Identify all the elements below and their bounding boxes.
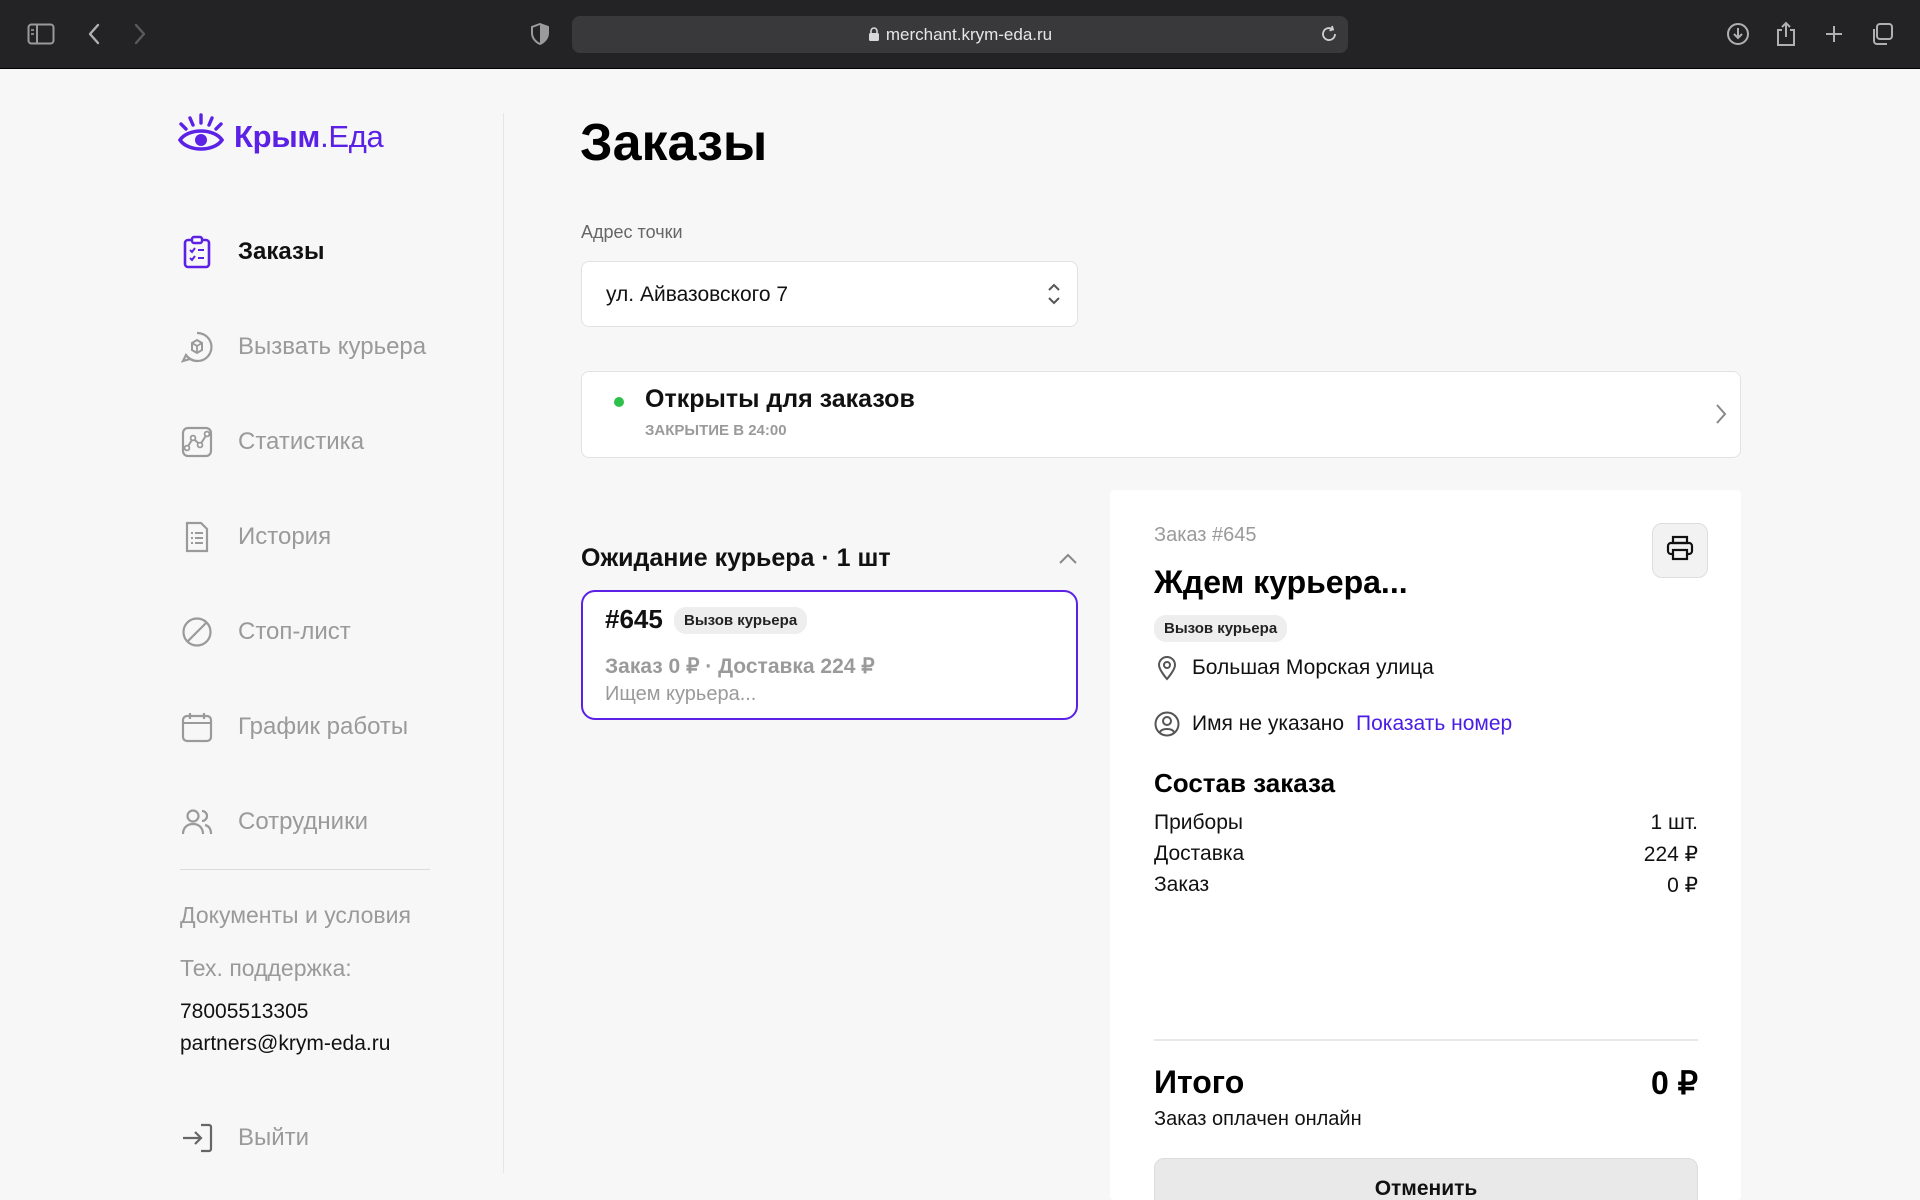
item-value: 224 ₽ — [1643, 843, 1698, 866]
order-summary: Заказ 0 ₽ · Доставка 224 ₽ — [605, 655, 875, 678]
tabs-overview-icon[interactable] — [1866, 18, 1898, 50]
clipboard-icon — [180, 235, 214, 269]
address-bar[interactable]: merchant.krym-eda.ru — [572, 16, 1348, 53]
users-icon — [180, 805, 214, 839]
point-address-value: ул. Айвазовского 7 — [606, 283, 789, 306]
item-name: Заказ — [1154, 873, 1210, 896]
customer-name: Имя не указано — [1192, 712, 1345, 735]
customer-row: Имя не указано Показать номер — [1154, 711, 1512, 737]
courier-chat-icon — [180, 330, 214, 364]
brand-name: Крым.Еда — [234, 118, 384, 154]
sidebar-item-label: Статистика — [238, 428, 365, 455]
item-name: Доставка — [1154, 842, 1245, 865]
detail-order-label: Заказ #645 — [1154, 524, 1257, 546]
lock-icon — [868, 27, 880, 47]
chevron-up-icon[interactable] — [1057, 552, 1079, 571]
sidebar-item-statistics[interactable]: Статистика — [180, 422, 364, 462]
chevron-right-icon — [1714, 402, 1728, 431]
back-icon[interactable] — [78, 18, 110, 50]
sidebar-item-label: Стоп-лист — [238, 618, 351, 645]
support-phone[interactable]: 78005513305 — [180, 1000, 308, 1024]
order-number: #645 — [605, 604, 663, 634]
printer-icon — [1666, 535, 1694, 566]
forward-icon[interactable] — [124, 18, 156, 50]
item-name: Приборы — [1154, 811, 1243, 834]
total-label: Итого — [1154, 1064, 1245, 1100]
status-title: Открыты для заказов — [645, 385, 915, 413]
sidebar-divider — [180, 869, 430, 870]
sidebar-item-label: График работы — [238, 713, 409, 740]
privacy-shield-icon[interactable] — [524, 18, 556, 50]
composition-item: Приборы 1 шт. — [1154, 811, 1698, 842]
page-title: Заказы — [580, 114, 768, 172]
point-address-label: Адрес точки — [581, 222, 683, 242]
support-label: Тех. поддержка: — [180, 955, 352, 981]
logout-icon — [180, 1121, 214, 1155]
composition-list: Приборы 1 шт. Доставка 224 ₽ Заказ 0 ₽ — [1154, 811, 1698, 904]
cancel-label: Отменить — [1374, 1177, 1478, 1200]
total-value: 0 ₽ — [1650, 1065, 1698, 1101]
sidebar-item-history[interactable]: История — [180, 517, 331, 557]
status-closing-time: ЗАКРЫТИЕ В 24:00 — [645, 422, 787, 439]
store-status-card[interactable]: Открыты для заказов ЗАКРЫТИЕ В 24:00 — [581, 371, 1741, 458]
order-type-badge: Вызов курьера — [674, 607, 808, 634]
detail-type-badge: Вызов курьера — [1154, 615, 1288, 642]
order-detail-panel: Заказ #645 Ждем курьера... Вызов курьера… — [1110, 490, 1741, 1200]
composition-item: Доставка 224 ₽ — [1154, 842, 1698, 873]
delivery-address-row: Большая Морская улица — [1154, 655, 1434, 681]
sidebar-item-call-courier[interactable]: Вызвать курьера — [180, 327, 426, 367]
logout-label: Выйти — [238, 1124, 310, 1151]
sidebar-item-label: Сотрудники — [238, 808, 368, 835]
total-divider — [1154, 1039, 1698, 1041]
prohibited-icon — [180, 615, 214, 649]
composition-title: Состав заказа — [1154, 768, 1336, 798]
calendar-icon — [180, 710, 214, 744]
document-icon — [180, 520, 214, 554]
composition-item: Заказ 0 ₽ — [1154, 873, 1698, 904]
delivery-address: Большая Морская улица — [1192, 656, 1434, 679]
item-value: 0 ₽ — [1667, 874, 1698, 897]
select-arrows-icon — [1047, 281, 1061, 312]
url-text: merchant.krym-eda.ru — [885, 25, 1053, 44]
downloads-icon[interactable] — [1722, 18, 1754, 50]
detail-title: Ждем курьера... — [1154, 564, 1408, 600]
sidebar-item-staff[interactable]: Сотрудники — [180, 802, 368, 842]
show-phone-link[interactable]: Показать номер — [1356, 712, 1512, 736]
sidebar-toggle-icon[interactable] — [25, 18, 57, 50]
docs-link[interactable]: Документы и условия — [180, 902, 411, 929]
sidebar-item-schedule[interactable]: График работы — [180, 707, 408, 747]
logout-button[interactable]: Выйти — [180, 1118, 309, 1158]
sidebar-item-label: История — [238, 523, 332, 550]
cancel-order-button[interactable]: Отменить — [1154, 1158, 1698, 1200]
new-tab-icon[interactable] — [1818, 18, 1850, 50]
user-circle-icon — [1154, 711, 1180, 737]
location-pin-icon — [1154, 655, 1180, 681]
item-value: 1 шт. — [1650, 811, 1699, 834]
sidebar-separator — [503, 113, 504, 1173]
status-dot — [614, 397, 624, 407]
share-icon[interactable] — [1770, 18, 1802, 50]
order-card[interactable]: #645 Вызов курьера Заказ 0 ₽ · Доставка … — [581, 590, 1078, 720]
sidebar-item-label: Заказы — [238, 238, 325, 265]
reload-icon[interactable] — [1320, 25, 1338, 48]
brand-logo[interactable]: Крым.Еда — [177, 113, 384, 160]
order-state: Ищем курьера... — [605, 683, 757, 705]
eye-logo-icon — [177, 113, 225, 160]
payment-note: Заказ оплачен онлайн — [1154, 1108, 1362, 1130]
sidebar-item-stop-list[interactable]: Стоп-лист — [180, 612, 351, 652]
sidebar-item-orders[interactable]: Заказы — [180, 232, 324, 272]
order-group-title: Ожидание курьера · 1 шт — [581, 544, 891, 572]
browser-toolbar: merchant.krym-eda.ru — [0, 0, 1920, 69]
print-button[interactable] — [1652, 523, 1708, 578]
chart-icon — [180, 425, 214, 459]
point-address-select[interactable]: ул. Айвазовского 7 — [581, 261, 1078, 327]
sidebar-item-label: Вызвать курьера — [238, 333, 427, 360]
support-email[interactable]: partners@krym-eda.ru — [180, 1032, 390, 1056]
